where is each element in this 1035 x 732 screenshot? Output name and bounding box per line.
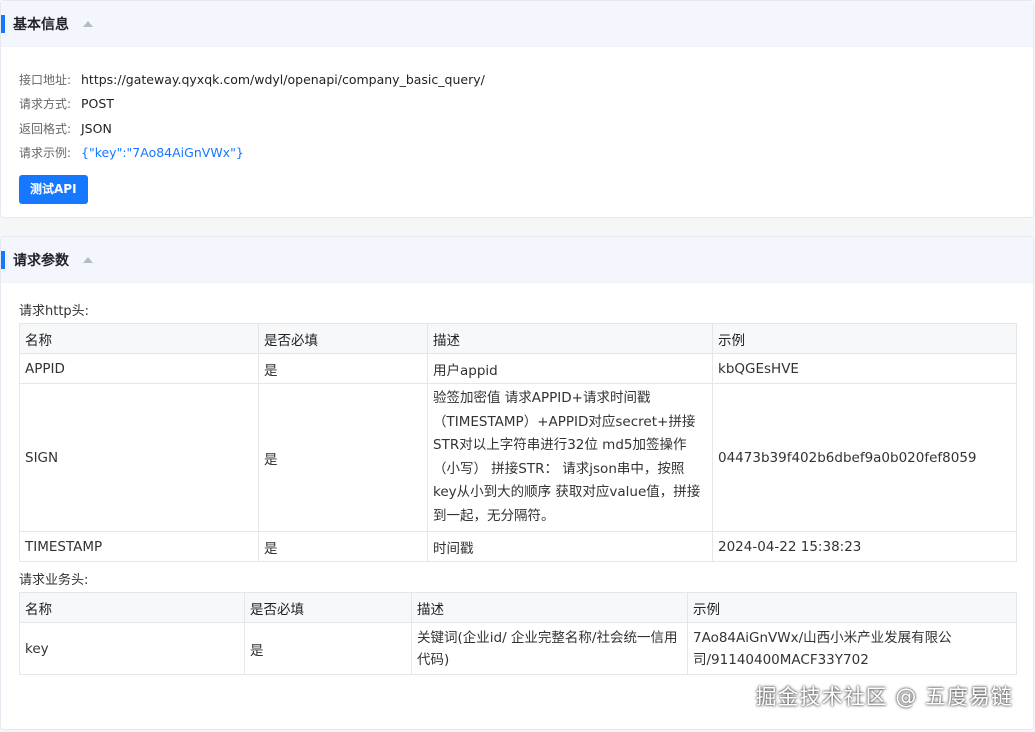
- http-header-table: 名称 是否必填 描述 示例 APPID 是 用户appid kbQGEsHVE …: [19, 323, 1017, 562]
- cell-desc: 关键词(企业id/ 企业完整名称/社会统一信用代码): [411, 622, 688, 675]
- basic-info-header[interactable]: 基本信息: [1, 1, 1033, 47]
- section-accent-bar: [1, 251, 5, 269]
- cell-required: 是: [258, 383, 428, 532]
- cell-example: kbQGEsHVE: [712, 353, 1017, 384]
- api-url-row: 接口地址: https://gateway.qyxqk.com/wdyl/ope…: [19, 67, 1015, 92]
- basic-info-title: 基本信息: [13, 16, 69, 33]
- table-header-row: 名称 是否必填 描述 示例: [19, 323, 1017, 354]
- basic-info-body: 接口地址: https://gateway.qyxqk.com/wdyl/ope…: [1, 47, 1033, 204]
- cell-required: 是: [258, 353, 428, 384]
- test-api-button[interactable]: 测试API: [19, 175, 88, 204]
- request-method-row: 请求方式: POST: [19, 92, 1015, 117]
- basic-info-panel: 基本信息 接口地址: https://gateway.qyxqk.com/wdy…: [0, 0, 1034, 218]
- request-params-panel: 请求参数 请求http头: 名称 是否必填 描述 示例 APPID 是 用户ap…: [0, 236, 1034, 730]
- cell-name: TIMESTAMP: [19, 531, 259, 562]
- cell-example: 04473b39f402b6dbef9a0b020fef8059: [712, 383, 1017, 532]
- request-method-label: 请求方式:: [19, 97, 72, 112]
- cell-example: 7Ao84AiGnVWx/山西小米产业发展有限公司/91140400MACF33…: [687, 622, 1017, 675]
- request-example-label: 请求示例:: [19, 146, 72, 161]
- col-header-example: 示例: [712, 323, 1017, 354]
- cell-required: 是: [258, 531, 428, 562]
- col-header-example: 示例: [687, 592, 1017, 623]
- return-format-row: 返回格式: JSON: [19, 116, 1015, 141]
- cell-name: key: [19, 622, 245, 675]
- cell-name: SIGN: [19, 383, 259, 532]
- biz-header-label: 请求业务头:: [19, 573, 89, 588]
- http-header-label: 请求http头:: [19, 304, 90, 319]
- biz-header-table: 名称 是否必填 描述 示例 key 是 关键词(企业id/ 企业完整名称/社会统…: [19, 592, 1017, 675]
- watermark-text: 掘金技术社区 @ 五度易链: [755, 685, 1013, 709]
- cell-desc: 验签加密值 请求APPID+请求时间戳（TIMESTAMP）+APPID对应se…: [427, 383, 713, 532]
- table-row: APPID 是 用户appid kbQGEsHVE: [19, 353, 1017, 384]
- col-header-name: 名称: [19, 592, 245, 623]
- request-example-value: {"key":"7Ao84AiGnVWx"}: [81, 145, 244, 161]
- table-row: SIGN 是 验签加密值 请求APPID+请求时间戳（TIMESTAMP）+AP…: [19, 383, 1017, 532]
- request-params-body: 请求http头: 名称 是否必填 描述 示例 APPID 是 用户appid k…: [1, 301, 1033, 675]
- request-method-value: POST: [81, 96, 114, 112]
- return-format-label: 返回格式:: [19, 121, 72, 136]
- col-header-desc: 描述: [411, 592, 688, 623]
- table-header-row: 名称 是否必填 描述 示例: [19, 592, 1017, 623]
- col-header-required: 是否必填: [258, 323, 428, 354]
- collapse-caret-icon[interactable]: [83, 20, 93, 27]
- request-params-header[interactable]: 请求参数: [1, 237, 1033, 283]
- cell-example: 2024-04-22 15:38:23: [712, 531, 1017, 562]
- table-row: TIMESTAMP 是 时间戳 2024-04-22 15:38:23: [19, 531, 1017, 562]
- collapse-caret-icon[interactable]: [83, 256, 93, 263]
- return-format-value: JSON: [81, 120, 112, 136]
- cell-desc: 用户appid: [427, 353, 713, 384]
- api-url-value: https://gateway.qyxqk.com/wdyl/openapi/c…: [81, 71, 485, 87]
- table-row: key 是 关键词(企业id/ 企业完整名称/社会统一信用代码) 7Ao84Ai…: [19, 622, 1017, 675]
- col-header-desc: 描述: [427, 323, 713, 354]
- request-params-title: 请求参数: [13, 252, 69, 269]
- cell-required: 是: [244, 622, 412, 675]
- col-header-required: 是否必填: [244, 592, 412, 623]
- section-accent-bar: [1, 15, 5, 33]
- cell-desc: 时间戳: [427, 531, 713, 562]
- request-example-row: 请求示例: {"key":"7Ao84AiGnVWx"}: [19, 141, 1015, 166]
- col-header-name: 名称: [19, 323, 259, 354]
- api-url-label: 接口地址:: [19, 72, 72, 87]
- cell-name: APPID: [19, 353, 259, 384]
